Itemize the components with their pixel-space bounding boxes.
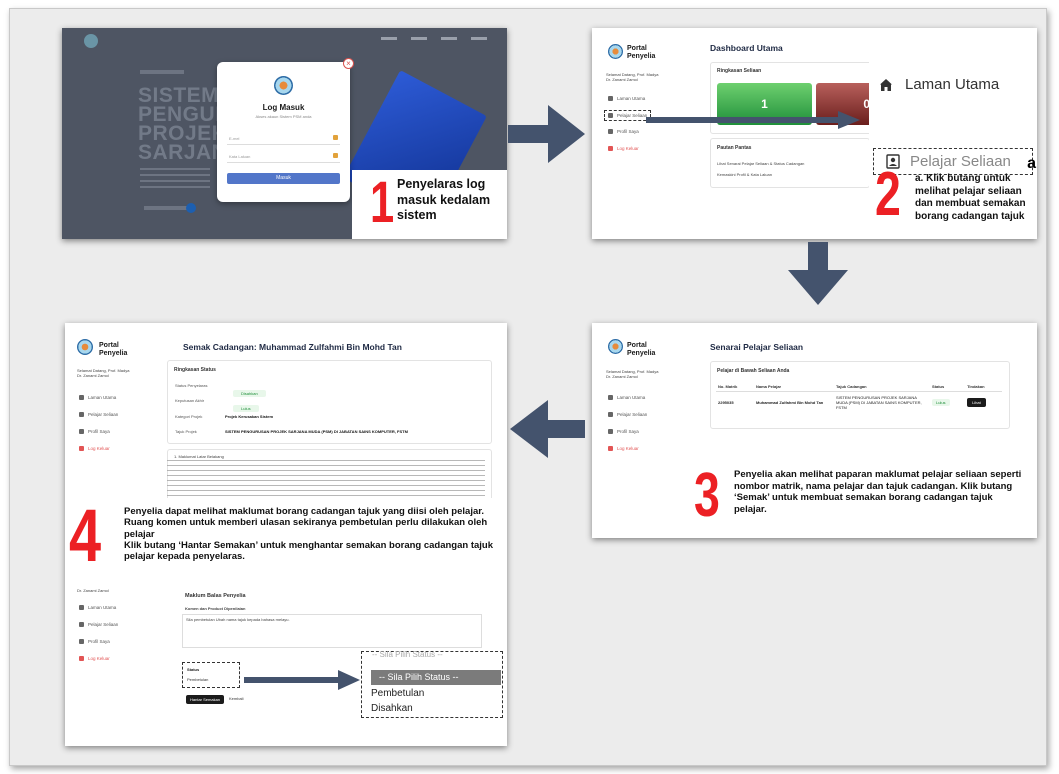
arrow-right	[508, 105, 585, 163]
flow-arrows	[244, 105, 860, 690]
arrow-pointer-sidebar	[646, 111, 860, 129]
arrow-down	[788, 242, 848, 305]
arrow-pointer-status	[244, 670, 360, 690]
arrow-left	[510, 400, 585, 458]
